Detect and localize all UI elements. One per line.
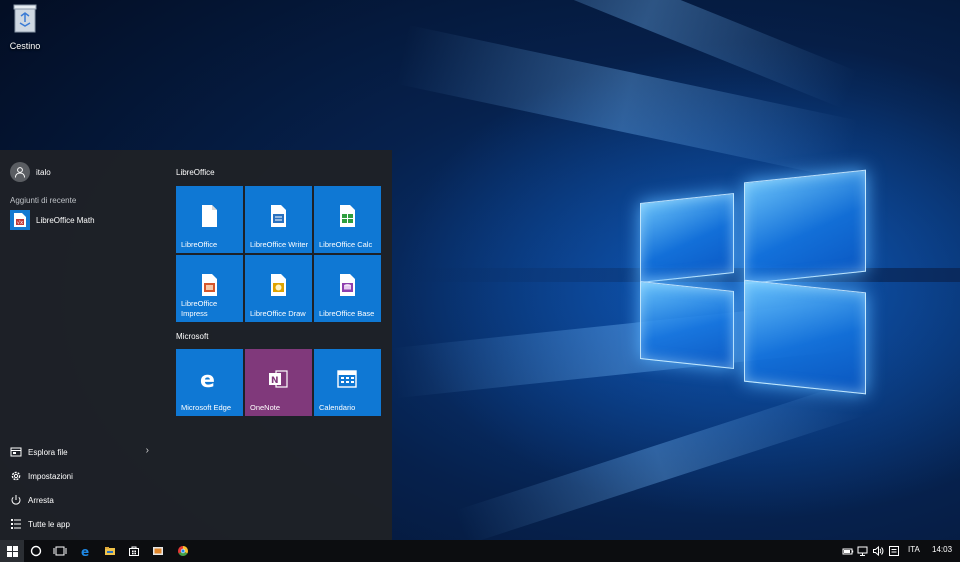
notifications-icon[interactable] (888, 545, 900, 557)
base-icon (340, 274, 355, 296)
tile-group-microsoft-label: Microsoft (176, 332, 209, 341)
clock[interactable]: 14:03 (932, 545, 952, 554)
taskbar-store[interactable] (122, 540, 146, 562)
cortana-button[interactable] (24, 540, 48, 562)
battery-icon[interactable] (842, 545, 854, 557)
user-icon (15, 167, 25, 178)
libreoffice-icon (202, 205, 217, 227)
taskbar-file-explorer[interactable] (98, 540, 122, 562)
task-view-button[interactable] (48, 540, 72, 562)
tile-label: LibreOffice Writer (250, 240, 309, 249)
tile-onenote[interactable]: N OneNote (245, 349, 312, 416)
volume-icon[interactable] (872, 545, 884, 557)
input-language[interactable]: ITA (908, 545, 920, 554)
start-item-label: Impostazioni (28, 471, 73, 481)
chevron-right-icon[interactable]: › (146, 445, 149, 456)
recycle-bin-icon (13, 4, 37, 33)
start-item-settings[interactable]: Impostazioni (10, 466, 155, 486)
start-item-label: Tutte le app (28, 519, 70, 529)
start-item-label: Esplora file (28, 447, 68, 457)
taskbar-chrome[interactable] (171, 540, 195, 562)
recent-item-label: LibreOffice Math (36, 215, 95, 225)
desktop-icon-recycle-bin[interactable]: Cestino (6, 2, 44, 51)
svg-text:N: N (271, 376, 279, 386)
task-view-icon (53, 546, 67, 556)
tile-group-libreoffice-label: LibreOffice (176, 168, 215, 177)
tile-libreoffice-draw[interactable]: LibreOffice Draw (245, 255, 312, 322)
recently-added-label: Aggiunti di recente (10, 196, 77, 205)
tile-calendar[interactable]: Calendario (314, 349, 381, 416)
impress-icon (202, 274, 217, 296)
taskbar-edge[interactable]: e (74, 540, 98, 562)
start-item-file-explorer[interactable]: Esplora file › (10, 442, 155, 462)
tile-label: LibreOffice (181, 240, 218, 249)
taskbar: e ITA 14:03 (0, 540, 960, 562)
tile-libreoffice[interactable]: LibreOffice (176, 186, 243, 253)
edge-icon: e (200, 368, 215, 391)
libreoffice-math-icon: √x (14, 213, 26, 227)
svg-text:√x: √x (17, 220, 23, 226)
svg-text:e: e (200, 368, 215, 391)
tile-label: Microsoft Edge (181, 403, 232, 412)
calendar-icon (337, 370, 357, 388)
media-icon (153, 547, 163, 555)
tile-label: LibreOffice Draw (250, 309, 306, 318)
tile-label: OneNote (250, 403, 281, 412)
windows-logo-graphic (636, 168, 868, 396)
tile-libreoffice-base[interactable]: LibreOffice Base (314, 255, 381, 322)
chrome-icon (178, 546, 188, 556)
avatar (10, 162, 30, 182)
taskbar-media[interactable] (146, 540, 170, 562)
start-button[interactable] (0, 540, 24, 562)
onenote-icon: N (269, 370, 288, 388)
start-item-power[interactable]: Arresta (10, 490, 155, 510)
power-icon (11, 495, 21, 505)
start-left-column: italo Aggiunti di recente √x LibreOffice… (0, 150, 160, 540)
tile-label: LibreOffice Base (319, 309, 375, 318)
start-menu: italo Aggiunti di recente √x LibreOffice… (0, 150, 392, 540)
tile-libreoffice-writer[interactable]: LibreOffice Writer (245, 186, 312, 253)
tile-label: LibreOffice Calc (319, 240, 373, 249)
recent-item-libreoffice-math[interactable]: √x LibreOffice Math (10, 210, 95, 230)
writer-icon (271, 205, 286, 227)
tile-label: LibreOffice Impress (181, 299, 218, 318)
draw-icon (271, 274, 286, 296)
edge-icon: e (81, 545, 89, 557)
start-item-label: Arresta (28, 495, 54, 505)
tile-libreoffice-impress[interactable]: LibreOffice Impress (176, 255, 243, 322)
store-icon (129, 546, 139, 556)
tile-libreoffice-calc[interactable]: LibreOffice Calc (314, 186, 381, 253)
all-apps-icon (11, 519, 21, 529)
tile-label: Calendario (319, 403, 356, 412)
user-account[interactable]: italo (10, 162, 51, 182)
start-item-all-apps[interactable]: Tutte le app (10, 514, 155, 534)
recycle-bin-label: Cestino (9, 41, 41, 51)
user-name: italo (36, 167, 51, 177)
tile-microsoft-edge[interactable]: e Microsoft Edge (176, 349, 243, 416)
file-explorer-icon (10, 447, 22, 457)
network-icon[interactable] (857, 545, 869, 557)
svg-text:e: e (81, 545, 89, 557)
gear-icon (11, 471, 21, 481)
cortana-icon (30, 545, 42, 557)
calc-icon (340, 205, 355, 227)
file-explorer-icon (105, 547, 115, 555)
start-icon (6, 545, 18, 557)
